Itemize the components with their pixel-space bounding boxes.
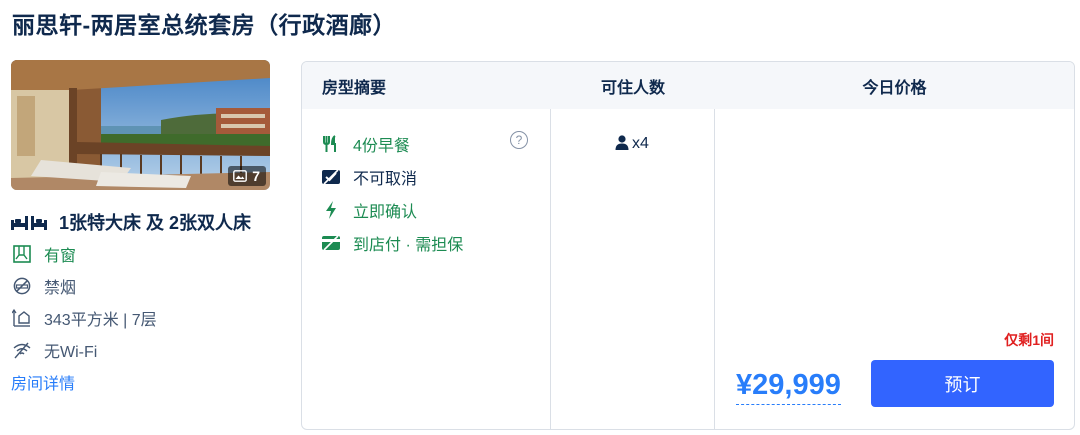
policy-payment: 到店付 · 需担保	[302, 226, 550, 259]
room-details-link[interactable]: 房间详情	[11, 370, 273, 394]
feature-text: 禁烟	[44, 280, 77, 297]
occupancy-info: x4	[615, 135, 649, 153]
room-size-icon	[11, 308, 33, 328]
policy-text: 不可取消	[353, 170, 418, 188]
policy-column: 4份早餐 不可取消 立即确认 到店付 · 需担保 ?	[302, 109, 551, 429]
room-info: 7 1张特大床 及 2张双人床 有窗 禁烟 343平方米 | 7层 无Wi-Fi…	[11, 60, 273, 394]
bed-icon	[11, 216, 47, 230]
window-icon	[11, 244, 33, 264]
table-row: 4份早餐 不可取消 立即确认 到店付 · 需担保 ? x4 仅剩1间 ¥29,9…	[302, 109, 1074, 429]
no-cancel-icon	[322, 168, 340, 186]
rooms-left-badge: 仅剩1间	[1004, 332, 1054, 348]
policy-text: 4份早餐	[353, 137, 410, 155]
photo-count: 7	[252, 168, 260, 184]
header-summary: 房型摘要	[322, 79, 387, 97]
instant-confirm-icon	[322, 200, 340, 219]
feature-window: 有窗	[11, 238, 273, 270]
occupancy-column: x4	[551, 109, 715, 429]
policy-confirm: 立即确认	[302, 193, 550, 226]
feature-size: 343平方米 | 7层	[11, 302, 273, 334]
price[interactable]: ¥29,999	[736, 367, 841, 405]
no-smoking-icon	[11, 276, 33, 296]
help-icon[interactable]: ?	[510, 131, 528, 149]
feature-text: 343平方米 | 7层	[44, 312, 157, 329]
header-occupancy: 可住人数	[600, 79, 665, 97]
price-column: 仅剩1间 ¥29,999 预订	[715, 109, 1074, 429]
occupancy-count: x4	[632, 135, 649, 152]
bed-info: 1张特大床 及 2张双人床	[11, 208, 273, 238]
policy-text: 立即确认	[353, 203, 418, 221]
room-photo[interactable]: 7	[11, 60, 270, 190]
header-price: 今日价格	[862, 79, 927, 97]
breakfast-icon	[322, 134, 340, 153]
no-wifi-icon	[11, 340, 33, 360]
feature-text: 无Wi-Fi	[44, 344, 98, 361]
pay-at-hotel-icon	[322, 234, 340, 252]
gallery-icon	[233, 170, 248, 182]
rate-table: 房型摘要 可住人数 今日价格 4份早餐 不可取消 立即确认 到店付 · 需担保 …	[301, 61, 1075, 430]
feature-text: 有窗	[44, 248, 77, 265]
bed-type: 1张特大床 及 2张双人床	[59, 213, 252, 233]
feature-smoking: 禁烟	[11, 270, 273, 302]
policy-cancel: 不可取消	[302, 160, 550, 193]
book-button[interactable]: 预订	[871, 360, 1054, 407]
policy-text: 到店付 · 需担保	[353, 236, 464, 254]
person-icon	[615, 135, 629, 150]
photo-count-badge[interactable]: 7	[228, 166, 266, 186]
feature-wifi: 无Wi-Fi	[11, 334, 273, 366]
table-header: 房型摘要 可住人数 今日价格	[302, 62, 1074, 109]
room-title: 丽思轩-两居室总统套房（行政酒廊）	[12, 12, 397, 38]
